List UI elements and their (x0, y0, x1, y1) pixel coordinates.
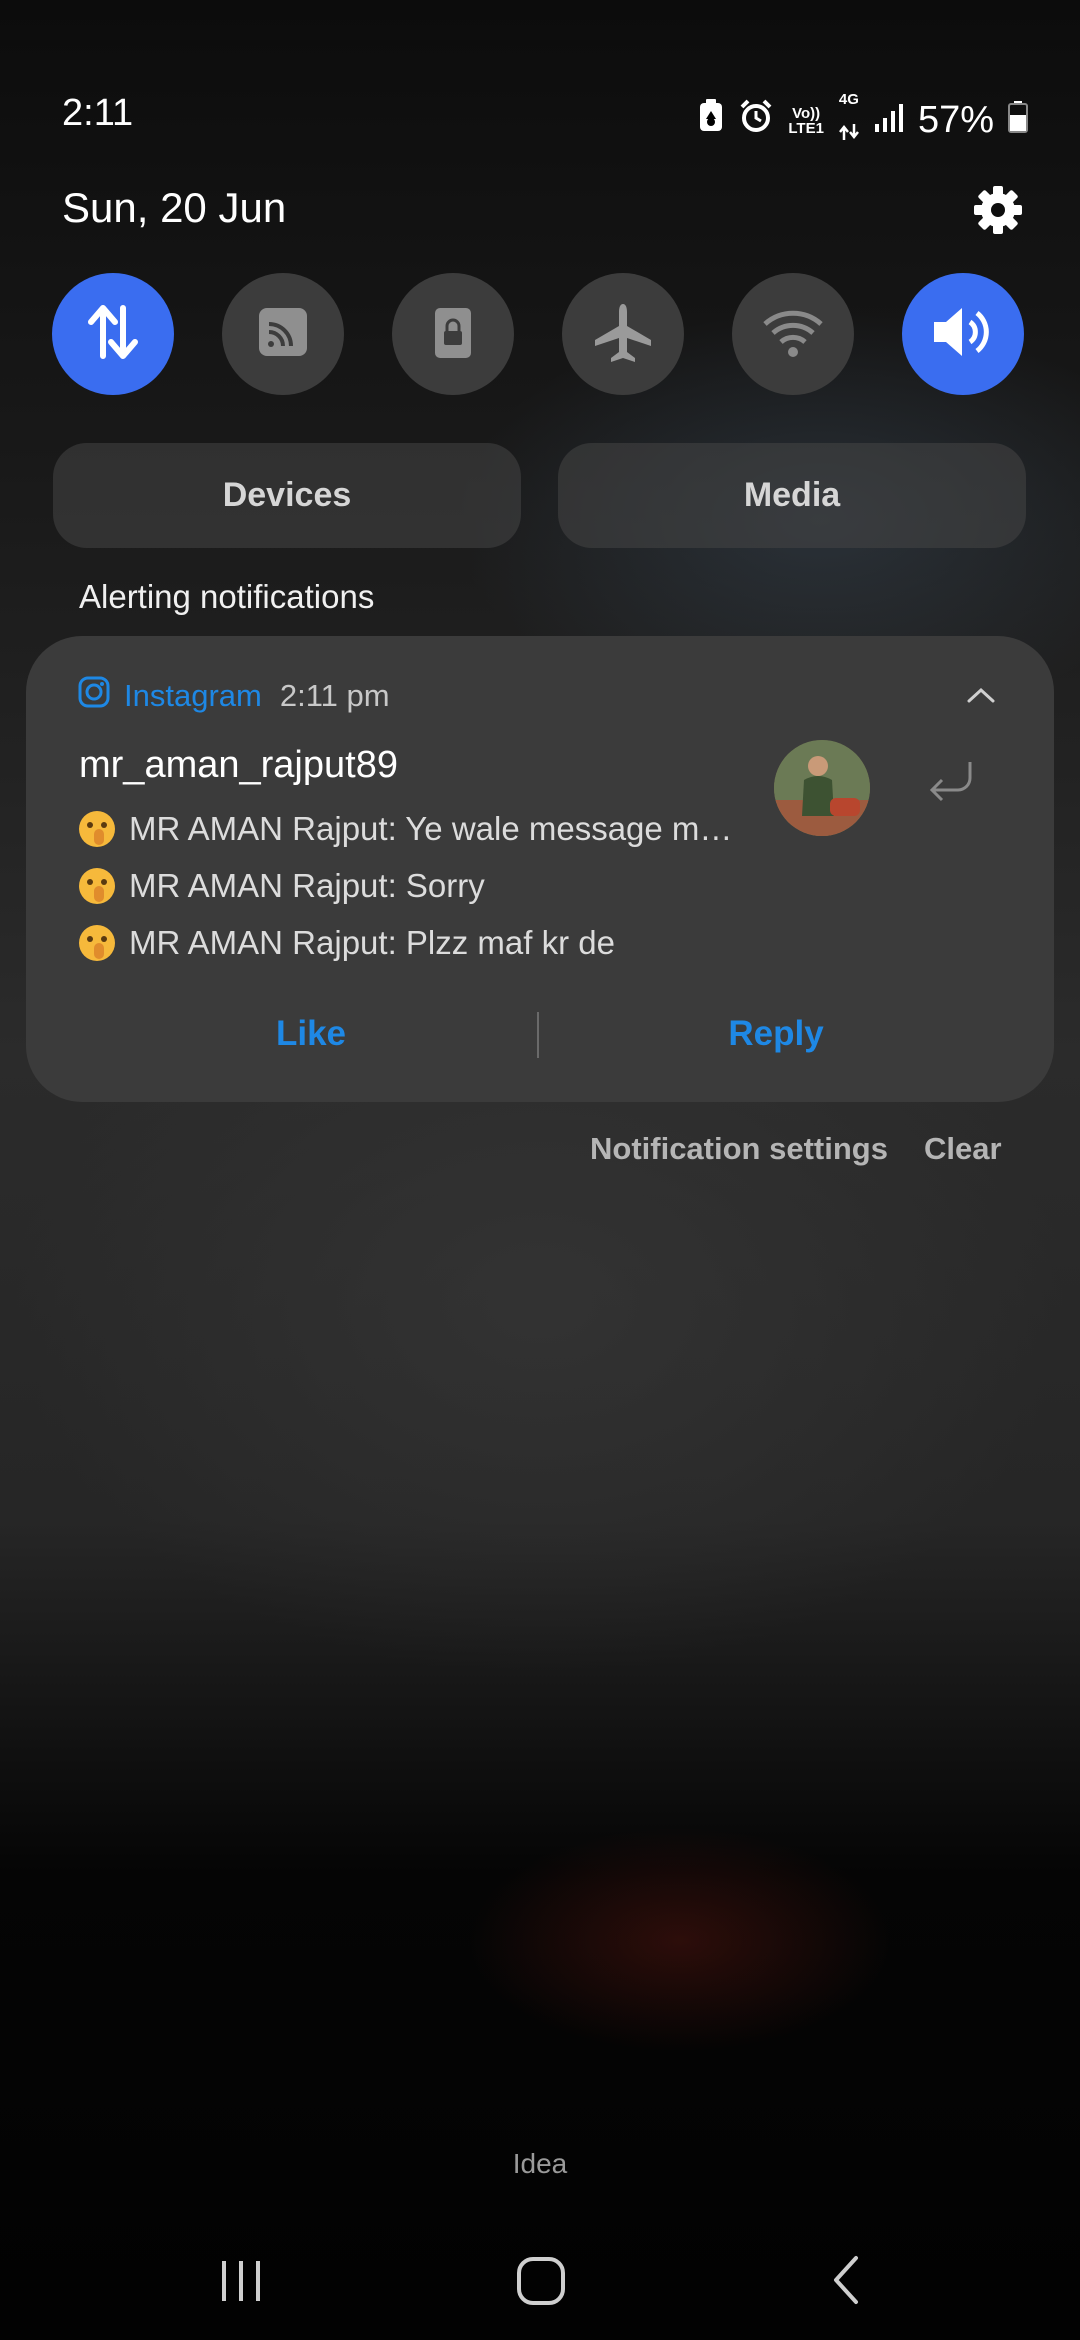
back-icon[interactable] (830, 2254, 864, 2311)
app-name: Instagram (124, 678, 262, 713)
carrier-label: Idea (512, 2148, 568, 2179)
message-line: MR AMAN Rajput: Sorry (79, 867, 485, 905)
lte-label: LTE1 (788, 119, 824, 137)
notification-card[interactable]: Instagram 2:11 pm mr_aman_rajput89 MR AM… (26, 636, 1054, 1102)
media-button[interactable]: Media (558, 443, 1026, 548)
reply-arrow-icon[interactable] (924, 758, 976, 815)
toggle-airplane-mode[interactable] (562, 273, 684, 395)
message-text: MR AMAN Rajput: Ye wale message m… (129, 810, 733, 847)
alarm-icon (738, 98, 774, 143)
recents-icon[interactable] (216, 2259, 266, 2308)
notification-settings-button[interactable]: Notification settings (590, 1131, 888, 1167)
signal-icon (874, 100, 904, 142)
cast-icon (255, 304, 311, 365)
toggle-screen-lock[interactable] (392, 273, 514, 395)
wifi-icon (761, 304, 825, 365)
chevron-up-icon[interactable] (966, 686, 996, 709)
reply-button[interactable]: Reply (566, 1014, 986, 1054)
message-text: MR AMAN Rajput: Plzz maf kr de (129, 924, 615, 961)
volte-label: Vo)) (792, 104, 821, 122)
home-icon[interactable] (515, 2255, 567, 2312)
shushing-face-emoji-icon (79, 811, 115, 847)
section-label: Alerting notifications (79, 578, 375, 615)
message-line: MR AMAN Rajput: Ye wale message m… (79, 810, 732, 848)
volte-icon: Vo)) LTE1 (788, 106, 824, 136)
sender-name: mr_aman_rajput89 (79, 744, 398, 786)
clear-button[interactable]: Clear (924, 1131, 1002, 1167)
status-time: 2:11 (62, 92, 134, 134)
toggle-cast[interactable] (222, 273, 344, 395)
screen-lock-icon (425, 304, 481, 365)
shushing-face-emoji-icon (79, 925, 115, 961)
date-label: Sun, 20 Jun (62, 184, 287, 231)
mobile-data-4g-icon: 4G (838, 92, 860, 149)
message-line: MR AMAN Rajput: Plzz maf kr de (79, 924, 615, 962)
settings-icon[interactable] (972, 184, 1024, 236)
shushing-face-emoji-icon (79, 868, 115, 904)
status-icons: Vo)) LTE1 4G 57% (698, 92, 1028, 149)
toggle-sound[interactable] (902, 273, 1024, 395)
mobile-data-icon (81, 300, 145, 369)
devices-button[interactable]: Devices (53, 443, 521, 548)
toggle-mobile-data[interactable] (52, 273, 174, 395)
battery-icon (1008, 100, 1028, 142)
notification-time: 2:11 pm (279, 678, 390, 713)
airplane-icon (591, 300, 655, 369)
network-type-label: 4G (838, 91, 859, 108)
like-button[interactable]: Like (106, 1014, 516, 1054)
action-divider (537, 1012, 539, 1058)
message-text: MR AMAN Rajput: Sorry (129, 867, 485, 904)
battery-saver-icon (698, 99, 724, 142)
battery-percent: 57% (917, 99, 994, 141)
avatar (774, 740, 870, 836)
notification-header: Instagram 2:11 pm (78, 676, 390, 716)
sound-icon (930, 302, 996, 367)
toggle-wifi[interactable] (732, 273, 854, 395)
instagram-icon (78, 676, 110, 716)
